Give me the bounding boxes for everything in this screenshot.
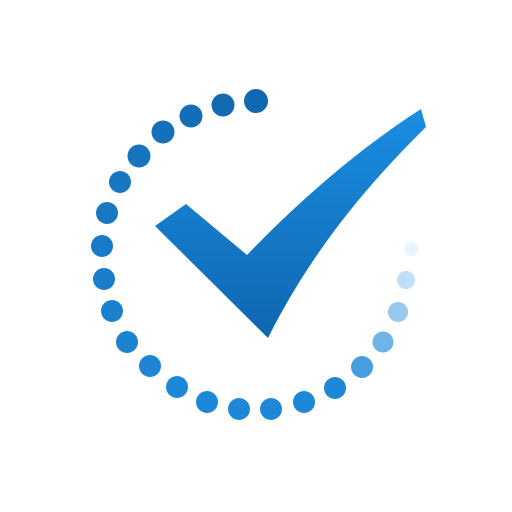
progress-dot-8 [91, 235, 113, 257]
progress-dot-12 [139, 355, 161, 377]
progress-dot-5 [127, 144, 151, 168]
progress-dot-22 [397, 271, 415, 289]
checkmark-icon [155, 109, 426, 338]
progress-dot-21 [388, 302, 408, 322]
progress-dot-1 [244, 89, 268, 113]
progress-dot-4 [151, 120, 175, 144]
progress-dot-7 [96, 202, 118, 224]
progress-dot-19 [351, 356, 373, 378]
progress-dot-23 [404, 242, 418, 256]
progress-dot-14 [196, 391, 218, 413]
progress-dot-15 [228, 398, 250, 420]
progress-dot-9 [93, 268, 115, 290]
progress-dot-16 [260, 398, 282, 420]
progress-dot-20 [372, 331, 394, 353]
progress-dot-3 [179, 104, 203, 128]
progress-dot-11 [116, 331, 138, 353]
progress-dot-2 [211, 93, 235, 117]
progress-dot-18 [324, 377, 346, 399]
progress-dot-17 [293, 391, 315, 413]
app-icon-canvas [0, 0, 512, 512]
progress-dot-10 [101, 300, 123, 322]
progress-dot-13 [166, 376, 188, 398]
progress-dot-6 [109, 171, 131, 193]
checkmark-progress-icon [91, 89, 426, 420]
